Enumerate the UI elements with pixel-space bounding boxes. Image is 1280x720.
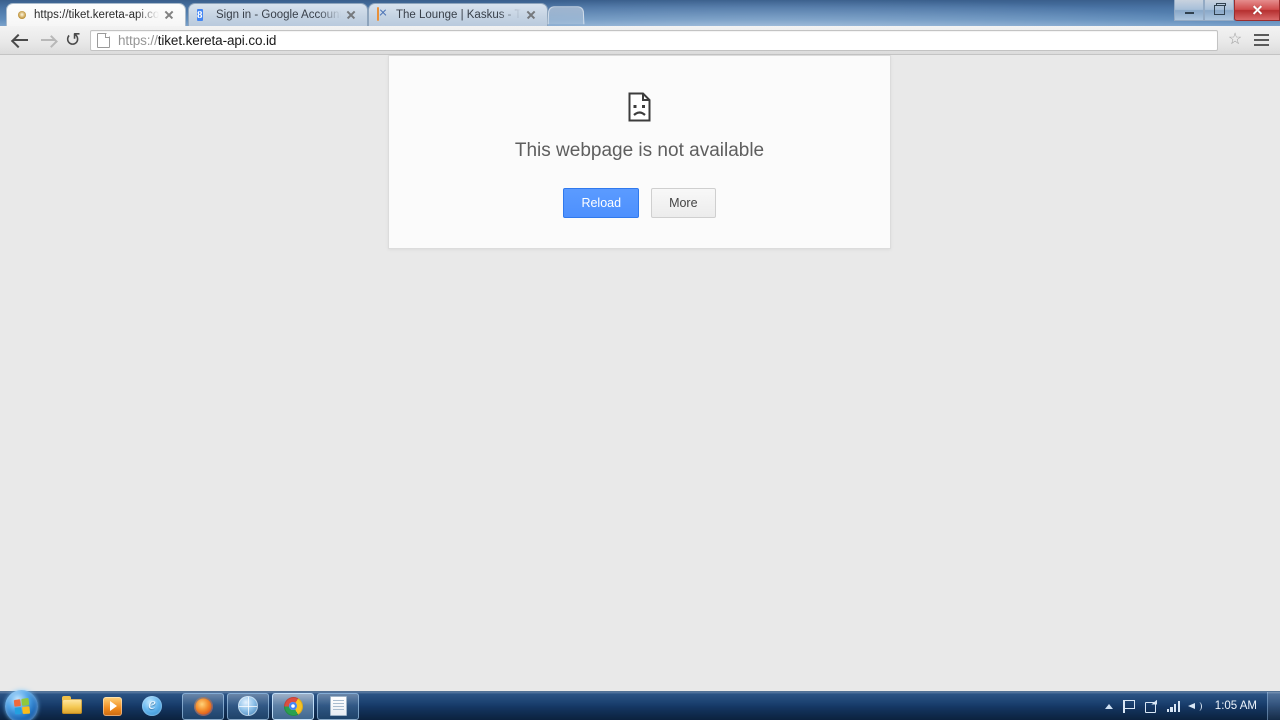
- browser-toolbar: ↻ https://tiket.kereta-api.co.id ☆: [0, 26, 1280, 55]
- reload-button[interactable]: Reload: [563, 188, 640, 218]
- url-scheme: https://: [118, 32, 158, 48]
- forward-button[interactable]: [34, 27, 60, 53]
- minimize-button[interactable]: [1174, 0, 1204, 21]
- new-tab-button[interactable]: [547, 6, 585, 25]
- file-explorer-icon[interactable]: [52, 693, 92, 719]
- address-bar-url: https://tiket.kereta-api.co.id: [118, 33, 276, 48]
- error-title: This webpage is not available: [514, 140, 765, 161]
- close-icon[interactable]: [525, 9, 537, 21]
- close-icon[interactable]: [163, 9, 175, 21]
- broken-image-icon: [377, 7, 391, 22]
- address-bar[interactable]: https://tiket.kereta-api.co.id: [90, 29, 1218, 51]
- windows-media-player-icon[interactable]: [92, 693, 132, 719]
- taskbar-quick-launch: [52, 693, 172, 719]
- tab-strip: https://tiket.kereta-api.co 8 Sign in - …: [0, 0, 1280, 26]
- tab-kaskus-lounge[interactable]: The Lounge | Kaskus - The: [368, 3, 548, 26]
- tab-title: https://tiket.kereta-api.co: [34, 9, 159, 21]
- reload-button[interactable]: ↻: [60, 27, 86, 53]
- kai-logo-icon: [15, 8, 29, 22]
- close-icon[interactable]: [345, 9, 357, 21]
- hamburger-menu-icon[interactable]: [1250, 29, 1272, 51]
- tab-title: The Lounge | Kaskus - The: [396, 9, 521, 21]
- safely-remove-hardware-icon[interactable]: [1141, 693, 1163, 719]
- page-viewport: This webpage is not available Reload Mor…: [0, 55, 1280, 691]
- window-controls: [1174, 0, 1280, 21]
- reload-icon: ↻: [65, 28, 81, 51]
- error-actions: Reload More: [389, 188, 890, 218]
- taskbar-item-chrome[interactable]: [272, 692, 314, 720]
- tab-kereta-api[interactable]: https://tiket.kereta-api.co: [6, 3, 186, 26]
- error-card: This webpage is not available Reload Mor…: [388, 55, 891, 249]
- taskbar-running-apps: [182, 692, 362, 720]
- internet-explorer-icon[interactable]: [132, 693, 172, 719]
- url-host: tiket.kereta-api.co.id: [157, 32, 277, 48]
- network-signal-icon[interactable]: [1163, 693, 1185, 719]
- taskbar-clock[interactable]: 1:05 AM: [1207, 700, 1267, 712]
- more-button[interactable]: More: [651, 188, 716, 218]
- show-desktop-button[interactable]: [1267, 691, 1280, 720]
- tab-title: Sign in - Google Accounts: [216, 9, 341, 21]
- chrome-browser-window: https://tiket.kereta-api.co 8 Sign in - …: [0, 0, 1280, 691]
- taskbar-item-firefox[interactable]: [182, 692, 224, 720]
- start-button[interactable]: [0, 689, 44, 720]
- volume-icon[interactable]: [1185, 693, 1207, 719]
- back-button[interactable]: [8, 27, 34, 53]
- page-document-icon: [97, 32, 110, 48]
- show-hidden-icons-button[interactable]: [1099, 693, 1119, 719]
- google-icon: 8: [197, 9, 203, 21]
- taskbar-item-notepad[interactable]: [317, 692, 359, 720]
- sad-page-icon: [628, 92, 652, 122]
- arrow-left-icon: [12, 33, 30, 47]
- bookmark-star-icon[interactable]: ☆: [1224, 29, 1246, 51]
- windows-taskbar: 1:05 AM: [0, 689, 1280, 720]
- arrow-right-icon: [39, 33, 56, 47]
- tab-google-signin[interactable]: 8 Sign in - Google Accounts: [188, 3, 368, 26]
- maximize-button[interactable]: [1204, 0, 1234, 21]
- close-button[interactable]: [1234, 0, 1280, 21]
- action-center-flag-icon[interactable]: [1119, 693, 1141, 719]
- system-tray: 1:05 AM: [1099, 691, 1280, 720]
- windows-logo-icon: [5, 689, 38, 720]
- taskbar-item-network-app[interactable]: [227, 692, 269, 720]
- screen: https://tiket.kereta-api.co 8 Sign in - …: [0, 0, 1280, 720]
